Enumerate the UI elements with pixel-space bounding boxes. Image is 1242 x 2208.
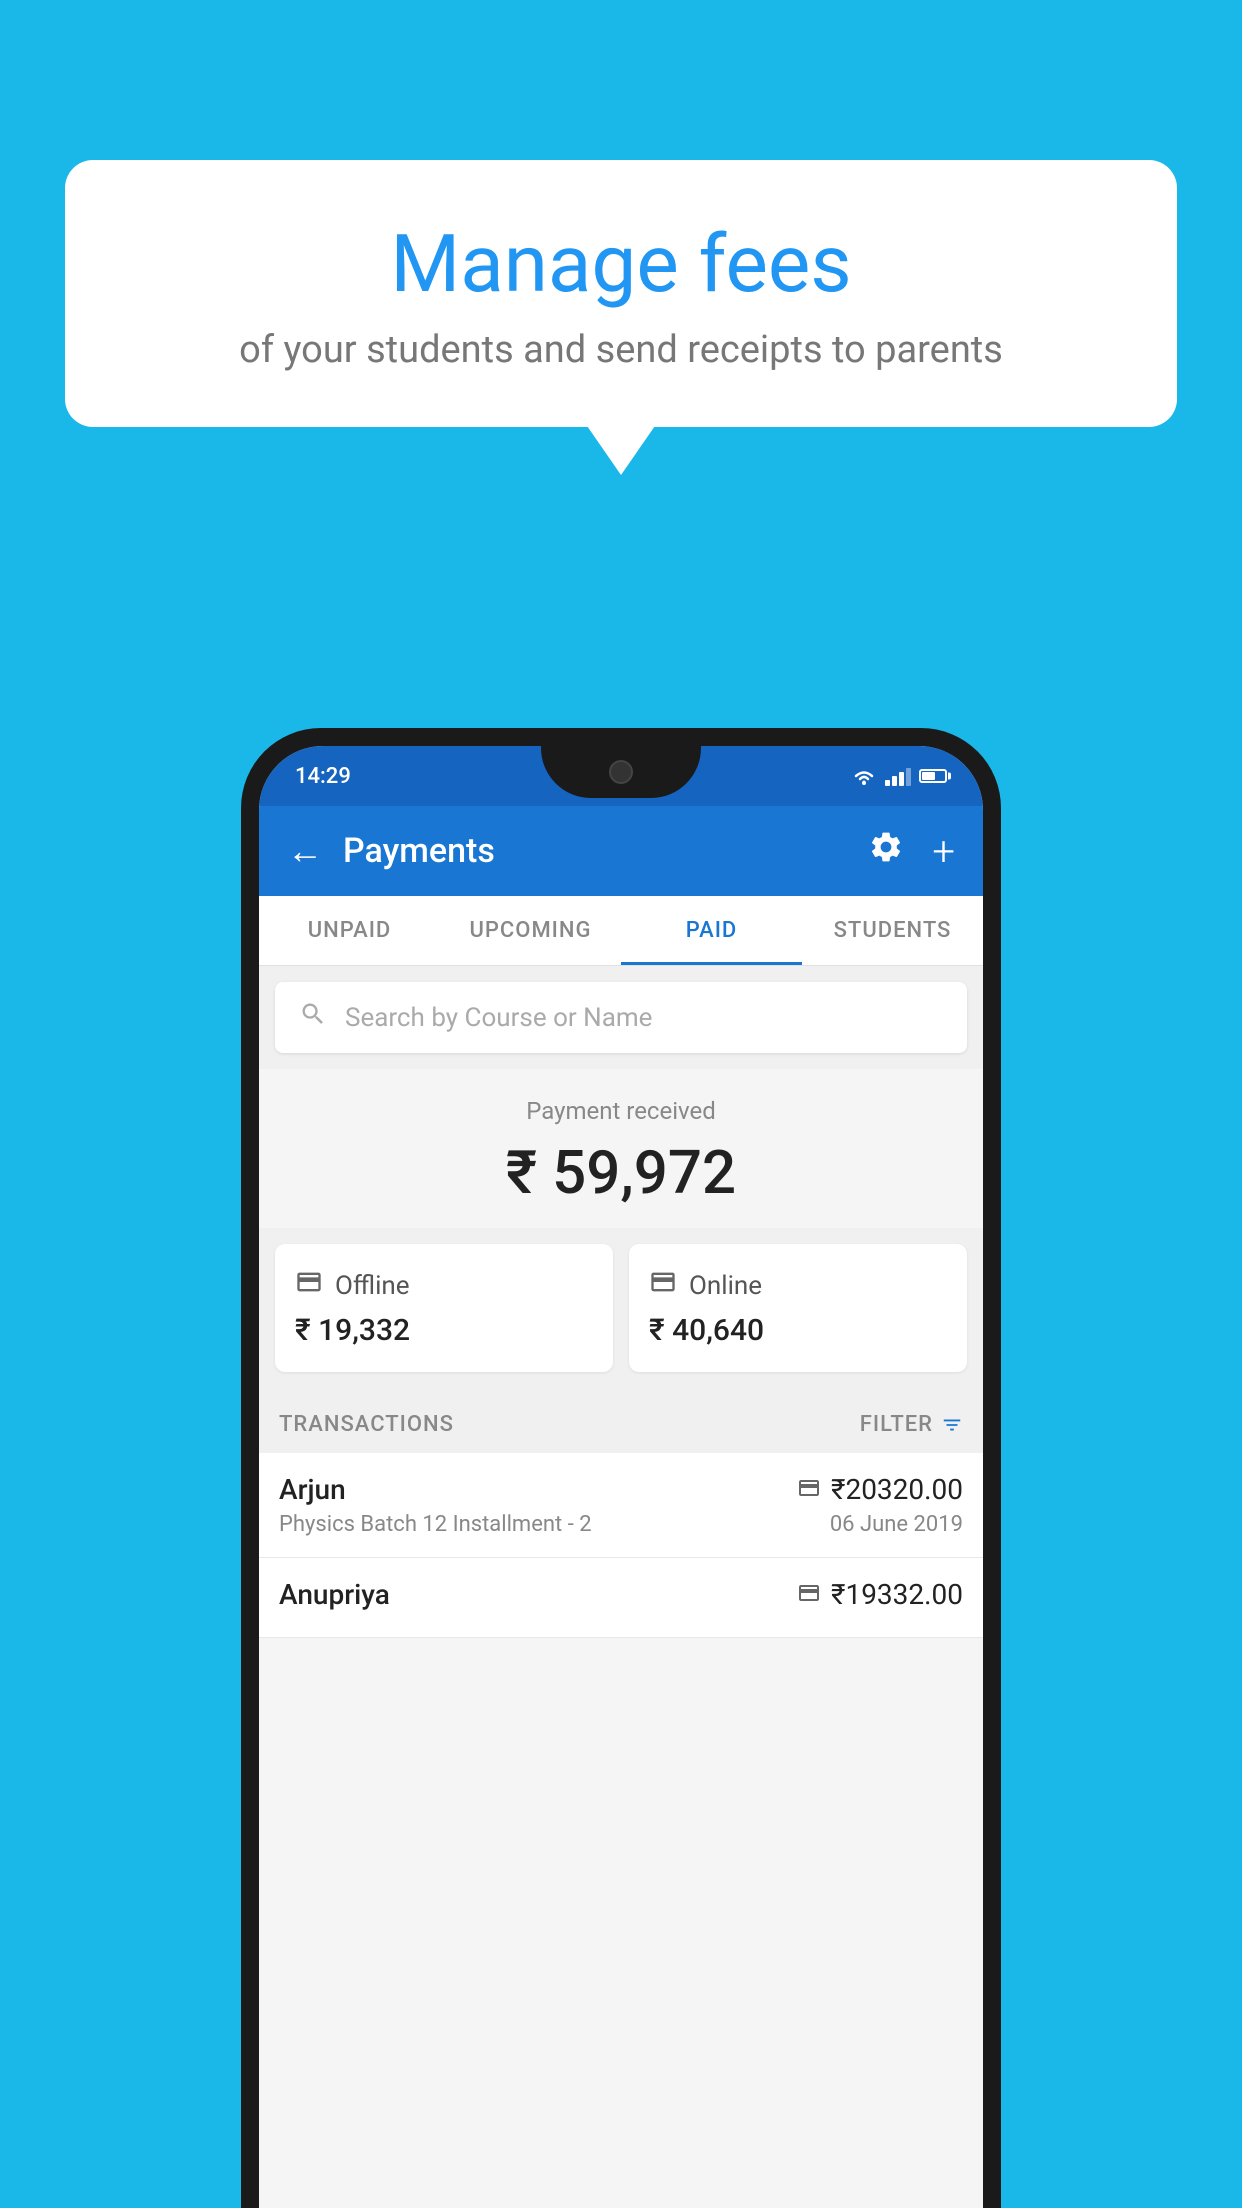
status-icons xyxy=(851,766,947,786)
back-button[interactable]: ← xyxy=(287,830,323,872)
online-icon xyxy=(649,1268,677,1303)
tab-upcoming[interactable]: UPCOMING xyxy=(440,896,621,965)
online-label: Online xyxy=(689,1271,762,1301)
offline-label: Offline xyxy=(335,1271,410,1301)
app-bar: ← Payments + xyxy=(259,806,983,896)
tab-students[interactable]: STUDENTS xyxy=(802,896,983,965)
online-card-header: Online xyxy=(649,1268,947,1303)
status-time: 14:29 xyxy=(295,764,351,789)
offline-card: Offline ₹ 19,332 xyxy=(275,1244,613,1372)
bubble-subtitle: of your students and send receipts to pa… xyxy=(125,328,1117,372)
transaction-bottom: Physics Batch 12 Installment - 2 06 June… xyxy=(279,1512,963,1537)
payment-received-section: Payment received ₹ 59,972 xyxy=(259,1069,983,1228)
signal-bar-2 xyxy=(892,776,897,786)
transaction-amount-row: ₹20320.00 xyxy=(797,1473,963,1506)
transaction-type-icon xyxy=(797,1476,821,1504)
app-bar-icons: + xyxy=(868,828,955,875)
transaction-name: Anupriya xyxy=(279,1578,390,1611)
transaction-amount: ₹19332.00 xyxy=(831,1578,963,1611)
notch xyxy=(541,746,701,798)
offline-amount: ₹ 19,332 xyxy=(295,1313,593,1348)
bubble-title: Manage fees xyxy=(125,220,1117,308)
signal-bar-3 xyxy=(899,772,904,786)
payment-received-amount: ₹ 59,972 xyxy=(259,1137,983,1208)
transaction-desc: Physics Batch 12 Installment - 2 xyxy=(279,1512,592,1537)
phone-frame: 14:29 xyxy=(241,728,1001,2208)
tabs: UNPAID UPCOMING PAID STUDENTS xyxy=(259,896,983,966)
online-amount: ₹ 40,640 xyxy=(649,1313,947,1348)
phone-screen: 14:29 xyxy=(259,746,983,2208)
transaction-name: Arjun xyxy=(279,1473,346,1506)
payment-received-label: Payment received xyxy=(259,1097,983,1125)
payment-cards: Offline ₹ 19,332 Online ₹ 40,640 xyxy=(259,1244,983,1392)
signal-bar-4 xyxy=(906,768,911,786)
online-card: Online ₹ 40,640 xyxy=(629,1244,967,1372)
table-row[interactable]: Anupriya ₹19332.00 xyxy=(259,1558,983,1638)
speech-bubble-container: Manage fees of your students and send re… xyxy=(65,160,1177,427)
transactions-label: TRANSACTIONS xyxy=(279,1412,454,1437)
filter-icon xyxy=(941,1414,963,1436)
main-content: Search by Course or Name Payment receive… xyxy=(259,966,983,1638)
signal-bars xyxy=(885,766,911,786)
app-title: Payments xyxy=(343,831,868,871)
battery-icon xyxy=(919,769,947,783)
offline-card-header: Offline xyxy=(295,1268,593,1303)
signal-bar-1 xyxy=(885,780,890,786)
filter-label: FILTER xyxy=(860,1412,933,1437)
battery-fill xyxy=(922,772,935,780)
camera xyxy=(609,760,633,784)
transaction-type-icon xyxy=(797,1581,821,1609)
table-row[interactable]: Arjun ₹20320.00 Physics Batch 12 Install… xyxy=(259,1453,983,1558)
transaction-amount-row: ₹19332.00 xyxy=(797,1578,963,1611)
wifi-icon xyxy=(851,766,877,786)
transactions-header: TRANSACTIONS FILTER xyxy=(259,1392,983,1453)
search-icon xyxy=(299,1000,327,1035)
settings-icon[interactable] xyxy=(868,829,904,874)
transaction-top: Arjun ₹20320.00 xyxy=(279,1473,963,1506)
status-bar: 14:29 xyxy=(259,746,983,806)
search-placeholder: Search by Course or Name xyxy=(345,1003,652,1033)
tab-paid[interactable]: PAID xyxy=(621,896,802,965)
transaction-amount: ₹20320.00 xyxy=(831,1473,963,1506)
speech-bubble: Manage fees of your students and send re… xyxy=(65,160,1177,427)
filter-button[interactable]: FILTER xyxy=(860,1412,963,1437)
transaction-top: Anupriya ₹19332.00 xyxy=(279,1578,963,1611)
transaction-date: 06 June 2019 xyxy=(830,1512,963,1537)
add-icon[interactable]: + xyxy=(932,828,955,875)
offline-icon xyxy=(295,1268,323,1303)
search-container[interactable]: Search by Course or Name xyxy=(275,982,967,1053)
tab-unpaid[interactable]: UNPAID xyxy=(259,896,440,965)
